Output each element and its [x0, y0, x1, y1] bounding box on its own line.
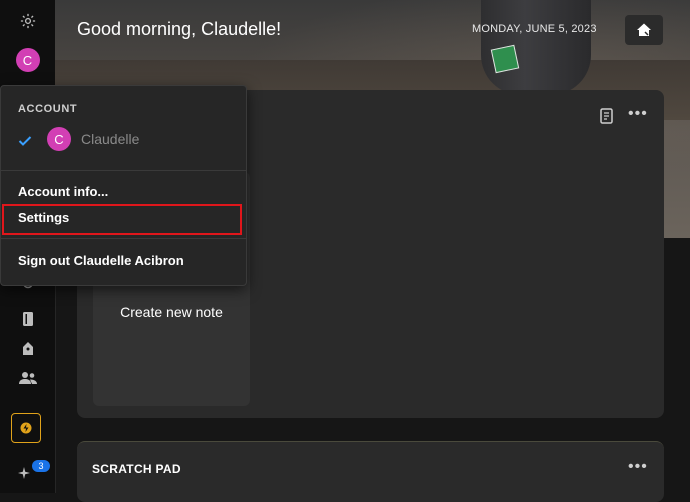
menu-user-name: Claudelle: [81, 131, 140, 147]
settings-highlight-box: [2, 204, 242, 235]
scratch-pad-more-icon[interactable]: •••: [628, 458, 648, 476]
upgrade-bolt-button[interactable]: [11, 413, 41, 443]
menu-divider: [1, 238, 246, 239]
people-icon[interactable]: [18, 371, 37, 390]
gear-icon[interactable]: [19, 12, 37, 35]
checkmark-icon: [18, 136, 32, 146]
menu-divider: [1, 170, 246, 171]
tag-icon[interactable]: [21, 341, 35, 362]
account-menu: ACCOUNT C Claudelle Account info... Sett…: [0, 85, 247, 286]
more-options-icon[interactable]: •••: [628, 105, 648, 123]
sparkle-icon[interactable]: [17, 466, 31, 485]
account-menu-header: ACCOUNT: [18, 103, 78, 115]
greeting-text: Good morning, Claudelle!: [77, 19, 282, 39]
notification-badge: 3: [32, 460, 50, 472]
sign-out-item[interactable]: Sign out Claudelle Acibron: [18, 253, 184, 268]
date-text: MONDAY, JUNE 5, 2023: [472, 23, 597, 35]
account-current-user[interactable]: C Claudelle: [18, 127, 139, 151]
account-info-item[interactable]: Account info...: [18, 184, 108, 199]
scratch-pad-title: SCRATCH PAD: [92, 462, 181, 476]
tea-tag-image: [490, 44, 520, 74]
avatar[interactable]: C: [15, 48, 40, 72]
notebook-icon[interactable]: [21, 311, 35, 332]
customize-home-button[interactable]: [625, 15, 663, 45]
menu-avatar: C: [47, 127, 71, 151]
home-icon: [637, 23, 651, 36]
create-note-label: Create new note: [120, 304, 223, 320]
notes-widget-options-icon[interactable]: [600, 108, 614, 129]
